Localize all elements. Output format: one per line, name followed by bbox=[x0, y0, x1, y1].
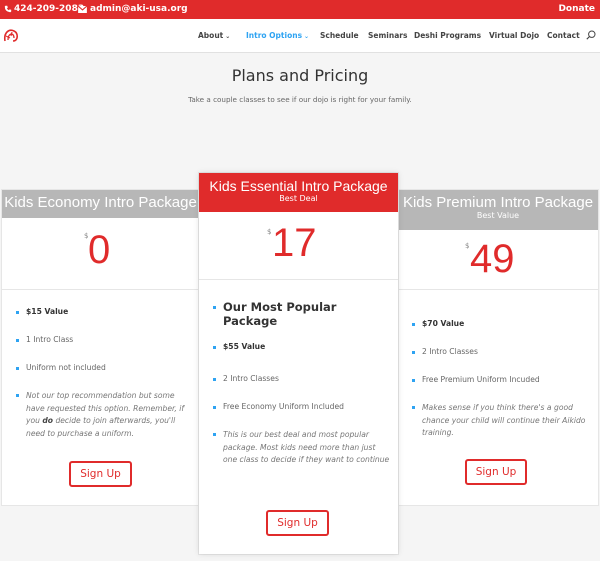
nav-contact[interactable]: Contact bbox=[547, 31, 580, 40]
price-amount: 49 bbox=[470, 237, 515, 281]
feature-item: Uniform not included bbox=[16, 363, 106, 372]
price-area: $ 49 bbox=[398, 230, 598, 290]
feature-item: 2 Intro Classes bbox=[412, 347, 478, 356]
chevron-down-icon: ⌄ bbox=[225, 33, 231, 40]
nav-schedule[interactable]: Schedule bbox=[320, 31, 359, 40]
card-header: Kids Essential Intro Package Best Deal bbox=[199, 173, 398, 212]
aki-logo[interactable] bbox=[3, 28, 19, 47]
page-title: Plans and Pricing bbox=[231, 66, 369, 85]
email-address: admin@aki-usa.org bbox=[90, 4, 188, 14]
mail-icon bbox=[78, 5, 87, 13]
nav-label: Intro Options bbox=[246, 31, 303, 40]
price-area: $ 17 bbox=[199, 212, 398, 280]
nav-deshi-programs[interactable]: Deshi Programs bbox=[414, 31, 481, 40]
logo-icon bbox=[3, 29, 18, 42]
nav-label: About bbox=[198, 31, 224, 40]
pricing-card-premium: Kids Premium Intro Package Best Value $ … bbox=[398, 190, 598, 505]
nav-seminars[interactable]: Seminars bbox=[368, 31, 407, 40]
pricing-card-economy: Kids Economy Intro Package $ 0 $15 Value… bbox=[2, 190, 199, 505]
currency-symbol: $ bbox=[465, 242, 470, 250]
card-header: Kids Economy Intro Package bbox=[2, 190, 199, 218]
card-title: Kids Premium Intro Package bbox=[402, 194, 594, 211]
feature-item: 2 Intro Classes bbox=[213, 374, 279, 383]
chevron-down-icon: ⌄ bbox=[304, 33, 310, 40]
top-bar: 424-209-2083 admin@aki-usa.org Donate bbox=[0, 0, 600, 19]
feature-item-note: This is our best deal and most popular p… bbox=[213, 429, 391, 467]
feature-item: $70 Value bbox=[412, 319, 464, 328]
feature-item: $15 Value bbox=[16, 307, 68, 316]
currency-symbol: $ bbox=[267, 228, 272, 236]
donate-link[interactable]: Donate bbox=[558, 4, 595, 14]
feature-item-note: Makes sense if you think there's a good … bbox=[412, 402, 588, 440]
phone-number: 424-209-2083 bbox=[14, 4, 85, 14]
feature-item: 1 Intro Class bbox=[16, 335, 73, 344]
card-header: Kids Premium Intro Package Best Value bbox=[398, 190, 598, 230]
nav-about[interactable]: About ⌄ bbox=[198, 31, 230, 40]
price-area: $ 0 bbox=[2, 218, 199, 290]
sign-up-button[interactable]: Sign Up bbox=[465, 459, 527, 485]
sign-up-button[interactable]: Sign Up bbox=[266, 510, 329, 536]
main-nav: About ⌄ Intro Options ⌄ Schedule Seminars … bbox=[0, 19, 600, 52]
phone-icon bbox=[4, 5, 12, 13]
page-subtitle: Take a couple classes to see if our dojo… bbox=[188, 95, 412, 104]
feature-item: Free Premium Uniform Incuded bbox=[412, 375, 540, 384]
phone-link[interactable]: 424-209-2083 bbox=[4, 4, 84, 14]
search-icon[interactable] bbox=[586, 30, 596, 40]
feature-item: Free Economy Uniform Included bbox=[213, 402, 344, 411]
price-amount: 0 bbox=[88, 228, 111, 272]
card-subtitle: Best Deal bbox=[279, 194, 318, 203]
email-link[interactable]: admin@aki-usa.org bbox=[78, 4, 188, 14]
price-amount: 17 bbox=[272, 221, 317, 265]
feature-item-note: Not our top recommendation but some have… bbox=[16, 390, 192, 440]
nav-virtual-dojo[interactable]: Virtual Dojo bbox=[489, 31, 539, 40]
feature-item: $55 Value bbox=[213, 342, 265, 351]
card-title: Kids Economy Intro Package bbox=[4, 194, 197, 211]
pricing-card-essential: Kids Essential Intro Package Best Deal $… bbox=[199, 173, 398, 554]
card-subtitle: Best Value bbox=[476, 211, 520, 220]
feature-item-highlight: Our Most Popular Package bbox=[213, 300, 363, 328]
card-title: Kids Essential Intro Package bbox=[209, 178, 388, 194]
sign-up-button[interactable]: Sign Up bbox=[69, 461, 132, 487]
nav-intro-options[interactable]: Intro Options ⌄ bbox=[246, 31, 309, 40]
